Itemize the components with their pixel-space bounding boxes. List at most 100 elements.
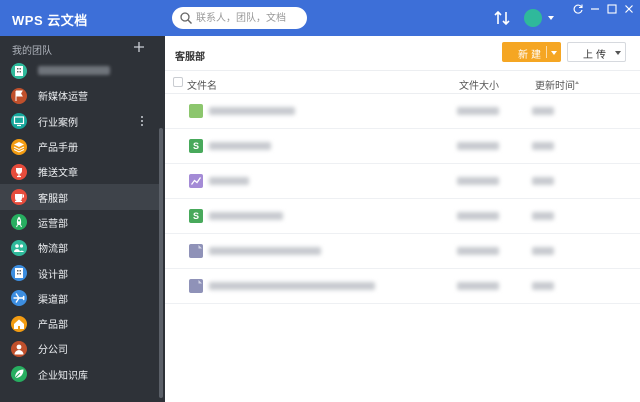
file-name[interactable] — [209, 212, 283, 220]
sidebar-item-label: 运营部 — [38, 218, 68, 230]
file-list: SS — [165, 94, 640, 304]
file-updated-time — [532, 107, 554, 115]
sidebar-item[interactable]: 产品部 — [0, 311, 160, 336]
column-header-name[interactable]: 文件名 — [187, 77, 217, 92]
rocket-icon — [11, 214, 27, 231]
table-row[interactable]: S — [165, 199, 640, 234]
sidebar-item[interactable]: 渠道部 — [0, 286, 160, 311]
leaf-icon — [11, 366, 27, 383]
team-list: 新媒体运营行业案例产品手册推送文章客服部运营部物流部设计部渠道部产品部分公司企业… — [0, 58, 160, 387]
column-header-time[interactable]: 更新时间 — [535, 77, 575, 92]
divider — [546, 46, 547, 58]
chevron-down-icon[interactable] — [615, 51, 621, 55]
chevron-down-icon[interactable] — [551, 51, 557, 55]
app-title: WPS 云文档 — [12, 13, 88, 28]
file-updated-time — [532, 142, 554, 150]
file-name[interactable] — [209, 177, 249, 185]
plus-icon[interactable] — [132, 40, 146, 54]
sheet-icon: S — [189, 209, 203, 223]
sidebar-item[interactable]: 行业案例 — [0, 109, 160, 134]
search-box[interactable] — [172, 7, 307, 29]
sidebar-item-label: 客服部 — [38, 193, 68, 205]
maximize-icon[interactable] — [606, 3, 618, 15]
sidebar: 我的团队 新媒体运营行业案例产品手册推送文章客服部运营部物流部设计部渠道部产品部… — [0, 36, 165, 402]
file-name[interactable] — [209, 282, 375, 290]
building-icon — [11, 62, 27, 79]
sidebar-scrollbar[interactable] — [159, 128, 163, 398]
sidebar-item-label: 行业案例 — [38, 117, 78, 129]
sidebar-item[interactable]: 新媒体运营 — [0, 83, 160, 108]
file-name[interactable] — [209, 247, 321, 255]
sidebar-item-label: 产品手册 — [38, 143, 78, 155]
table-row[interactable] — [165, 94, 640, 129]
file-size — [457, 177, 499, 185]
sidebar-item-label: 物流部 — [38, 244, 68, 256]
file-updated-time — [532, 177, 554, 185]
breadcrumb: 客服部 — [175, 52, 205, 63]
sort-ascending-icon[interactable] — [575, 81, 579, 84]
file-name[interactable] — [209, 107, 295, 115]
search-icon — [180, 12, 192, 24]
upload-button-label: 上传 — [583, 50, 609, 61]
file-size — [457, 212, 499, 220]
sidebar-item-label: 企业知识库 — [38, 370, 88, 382]
home-icon — [11, 315, 27, 332]
main-panel: 客服部 新建 上传 文件名 文件大小 更新时间 SS — [165, 36, 640, 402]
layers-icon — [11, 138, 27, 155]
building-icon — [11, 265, 27, 282]
flag-icon — [11, 87, 27, 104]
sidebar-item[interactable]: 产品手册 — [0, 134, 160, 159]
sidebar-item-label: 设计部 — [38, 269, 68, 281]
sidebar-item[interactable] — [0, 58, 160, 83]
refresh-icon[interactable] — [572, 3, 584, 15]
sidebar-item[interactable]: 物流部 — [0, 235, 160, 260]
person-icon — [11, 340, 27, 357]
chevron-down-icon[interactable] — [548, 16, 554, 20]
file-updated-time — [532, 282, 554, 290]
sidebar-item-label: 渠道部 — [38, 294, 68, 306]
sidebar-item-label — [38, 66, 110, 76]
file-icon — [189, 244, 203, 258]
file-size — [457, 142, 499, 150]
new-button[interactable]: 新建 — [502, 42, 561, 62]
search-input[interactable] — [196, 10, 301, 26]
close-icon[interactable] — [623, 3, 635, 15]
file-size — [457, 282, 499, 290]
avatar[interactable] — [524, 9, 542, 27]
sidebar-item-label: 产品部 — [38, 320, 68, 332]
more-options-icon[interactable] — [139, 115, 145, 127]
table-row[interactable] — [165, 234, 640, 269]
sidebar-item[interactable]: 分公司 — [0, 336, 160, 361]
plane-icon — [11, 290, 27, 307]
table-row[interactable] — [165, 164, 640, 199]
doc-green-icon — [189, 104, 203, 118]
table-row[interactable] — [165, 269, 640, 304]
sidebar-item[interactable]: 客服部 — [0, 184, 160, 210]
minimize-icon[interactable] — [589, 3, 601, 15]
trophy-icon — [11, 163, 27, 180]
file-icon — [189, 279, 203, 293]
table-row[interactable]: S — [165, 129, 640, 164]
top-bar: WPS 云文档 — [0, 0, 640, 36]
file-updated-time — [532, 247, 554, 255]
column-header-size[interactable]: 文件大小 — [459, 77, 499, 92]
sidebar-item[interactable]: 推送文章 — [0, 159, 160, 184]
sidebar-header: 我的团队 — [12, 46, 52, 57]
sidebar-item[interactable]: 企业知识库 — [0, 362, 160, 387]
new-button-label: 新建 — [518, 50, 544, 61]
upload-button[interactable]: 上传 — [567, 42, 626, 62]
select-all-checkbox[interactable] — [173, 77, 183, 87]
cup-icon — [11, 189, 27, 206]
sidebar-item-label: 新媒体运营 — [38, 92, 88, 104]
file-size — [457, 247, 499, 255]
sheet-icon: S — [189, 139, 203, 153]
sidebar-item[interactable]: 设计部 — [0, 260, 160, 285]
sidebar-item[interactable]: 运营部 — [0, 210, 160, 235]
sidebar-item-label: 推送文章 — [38, 168, 78, 180]
chart-icon — [189, 174, 203, 188]
sync-icon[interactable] — [493, 9, 511, 27]
file-name[interactable] — [209, 142, 271, 150]
monitor-icon — [11, 113, 27, 130]
file-updated-time — [532, 212, 554, 220]
file-size — [457, 107, 499, 115]
